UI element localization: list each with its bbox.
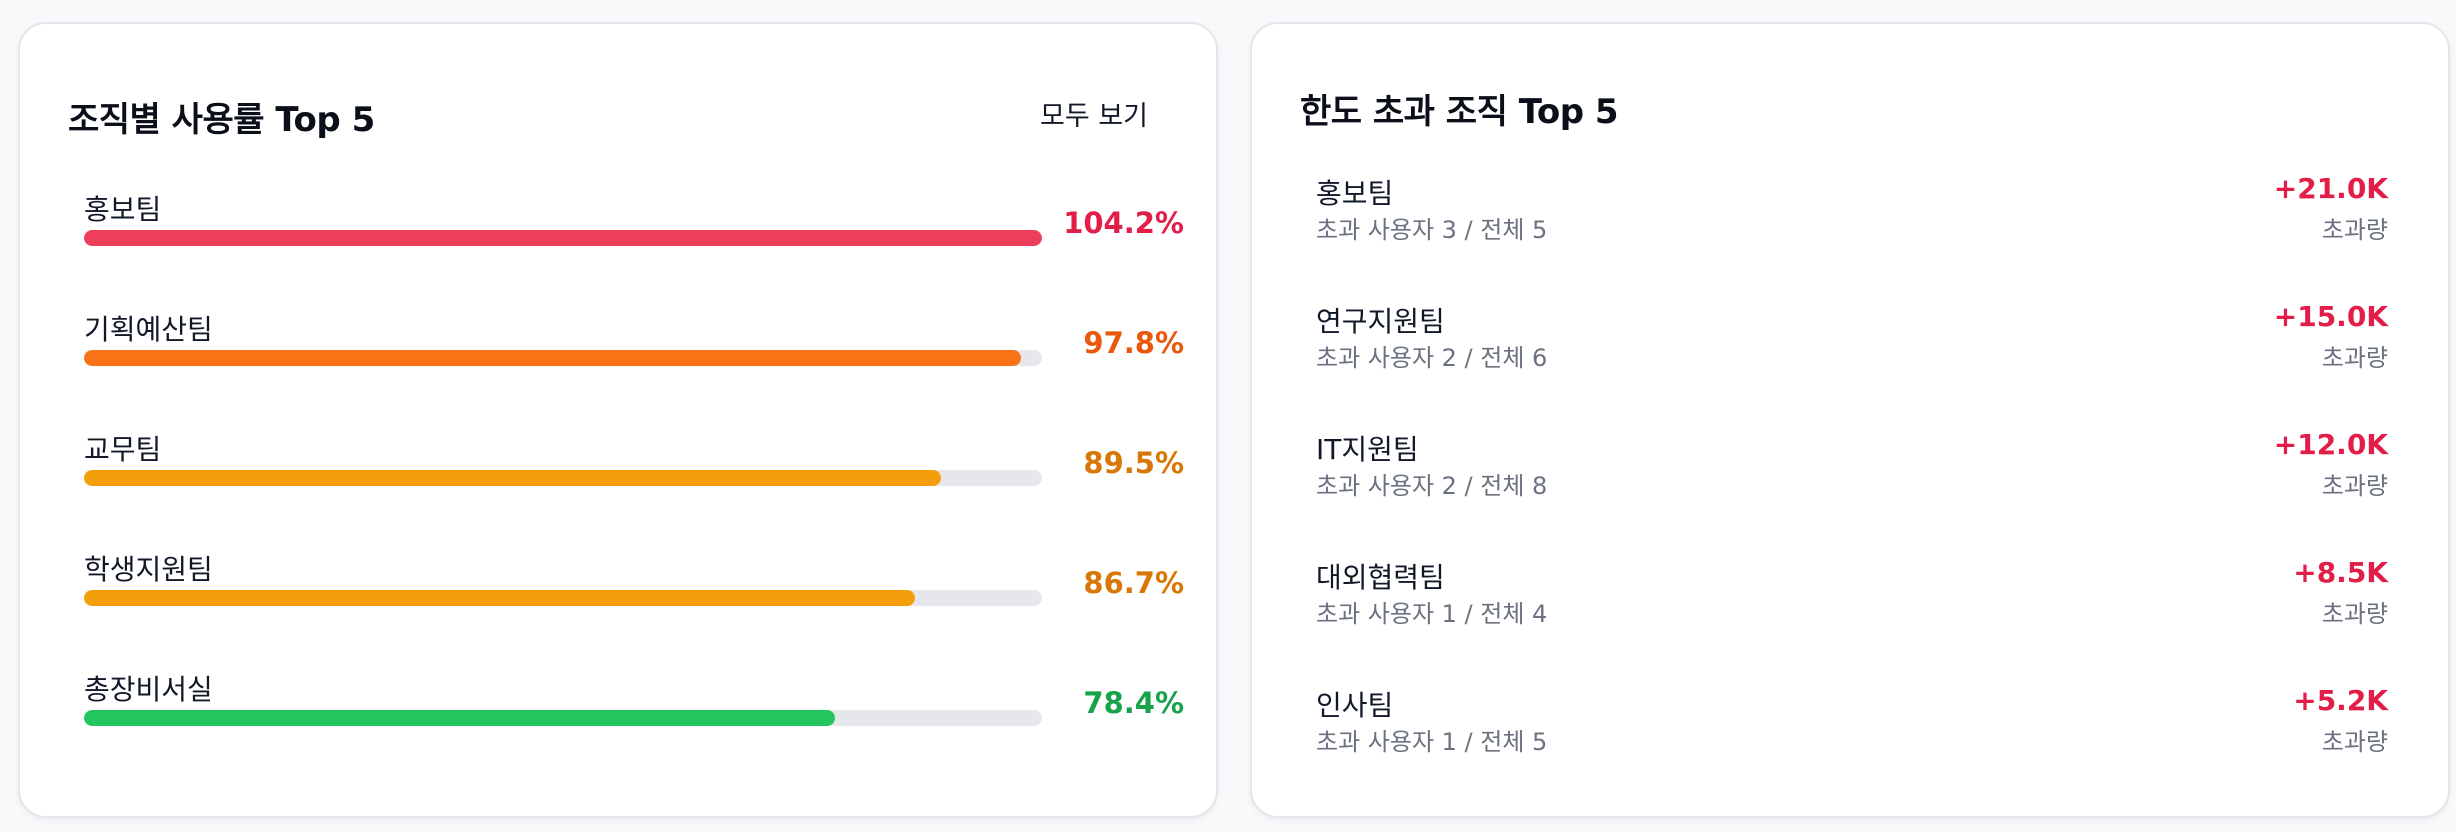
overage-top5-card: 한도 초과 조직 Top 5 홍보팀 초과 사용자 3 / 전체 5 +21.0… bbox=[1250, 22, 2450, 818]
overage-row-amount-label: 초과량 bbox=[2321, 344, 2388, 372]
usage-bar-track bbox=[84, 590, 1042, 606]
usage-bar-track bbox=[84, 230, 1042, 246]
usage-row-name: 교무팀 bbox=[84, 433, 162, 466]
usage-bar-track bbox=[84, 470, 1042, 486]
overage-row-amount: +12.0K bbox=[2273, 428, 2388, 461]
overage-row-amount: +15.0K bbox=[2273, 300, 2388, 333]
overage-card-title: 한도 초과 조직 Top 5 bbox=[1300, 92, 1619, 132]
usage-row: 교무팀 89.5% bbox=[84, 428, 1184, 508]
overage-row: 인사팀 초과 사용자 1 / 전체 5 +5.2K 초과량 bbox=[1316, 684, 2388, 764]
usage-row: 홍보팀 104.2% bbox=[84, 188, 1184, 268]
usage-row-name: 학생지원팀 bbox=[84, 553, 213, 586]
usage-bar-fill bbox=[84, 350, 1021, 366]
overage-row-name: 대외협력팀 bbox=[1316, 561, 1445, 594]
overage-row-detail: 초과 사용자 2 / 전체 8 bbox=[1316, 472, 1548, 500]
usage-row-percent: 78.4% bbox=[1083, 686, 1184, 720]
overage-row-amount-label: 초과량 bbox=[2321, 728, 2388, 756]
usage-top5-card: 조직별 사용률 Top 5 모두 보기 홍보팀 104.2% 기획예산팀 97.… bbox=[18, 22, 1218, 818]
overage-row-name: IT지원팀 bbox=[1316, 433, 1419, 466]
overage-row-amount: +8.5K bbox=[2293, 556, 2388, 589]
usage-row: 기획예산팀 97.8% bbox=[84, 308, 1184, 388]
overage-row: 대외협력팀 초과 사용자 1 / 전체 4 +8.5K 초과량 bbox=[1316, 556, 2388, 636]
overage-row: 연구지원팀 초과 사용자 2 / 전체 6 +15.0K 초과량 bbox=[1316, 300, 2388, 380]
overage-row: IT지원팀 초과 사용자 2 / 전체 8 +12.0K 초과량 bbox=[1316, 428, 2388, 508]
usage-row: 총장비서실 78.4% bbox=[84, 668, 1184, 748]
overage-row: 홍보팀 초과 사용자 3 / 전체 5 +21.0K 초과량 bbox=[1316, 172, 2388, 252]
overage-row-name: 연구지원팀 bbox=[1316, 305, 1445, 338]
usage-row: 학생지원팀 86.7% bbox=[84, 548, 1184, 628]
usage-bar-track bbox=[84, 710, 1042, 726]
overage-row-detail: 초과 사용자 1 / 전체 5 bbox=[1316, 728, 1548, 756]
usage-bar-fill bbox=[84, 590, 915, 606]
overage-row-amount-label: 초과량 bbox=[2321, 472, 2388, 500]
usage-row-name: 총장비서실 bbox=[84, 673, 213, 706]
overage-row-amount-label: 초과량 bbox=[2321, 216, 2388, 244]
usage-bar-fill bbox=[84, 710, 836, 726]
overage-row-detail: 초과 사용자 3 / 전체 5 bbox=[1316, 216, 1548, 244]
overage-row-amount: +5.2K bbox=[2293, 684, 2388, 717]
usage-row-name: 홍보팀 bbox=[84, 193, 162, 226]
overage-row-amount-label: 초과량 bbox=[2321, 600, 2388, 628]
usage-bar-fill bbox=[84, 230, 1042, 246]
view-all-button[interactable]: 모두 보기 bbox=[1040, 94, 1148, 133]
usage-bar-track bbox=[84, 350, 1042, 366]
overage-row-name: 홍보팀 bbox=[1316, 177, 1394, 210]
usage-row-percent: 89.5% bbox=[1083, 446, 1184, 480]
overage-row-name: 인사팀 bbox=[1316, 689, 1394, 722]
overage-row-detail: 초과 사용자 1 / 전체 4 bbox=[1316, 600, 1548, 628]
usage-card-title: 조직별 사용률 Top 5 bbox=[68, 100, 375, 140]
usage-row-percent: 104.2% bbox=[1063, 206, 1184, 240]
overage-row-detail: 초과 사용자 2 / 전체 6 bbox=[1316, 344, 1548, 372]
usage-row-percent: 97.8% bbox=[1083, 326, 1184, 360]
usage-row-percent: 86.7% bbox=[1083, 566, 1184, 600]
overage-row-amount: +21.0K bbox=[2273, 172, 2388, 205]
usage-row-name: 기획예산팀 bbox=[84, 313, 213, 346]
dashboard-panels: 조직별 사용률 Top 5 모두 보기 홍보팀 104.2% 기획예산팀 97.… bbox=[0, 0, 2456, 832]
usage-bar-fill bbox=[84, 470, 942, 486]
